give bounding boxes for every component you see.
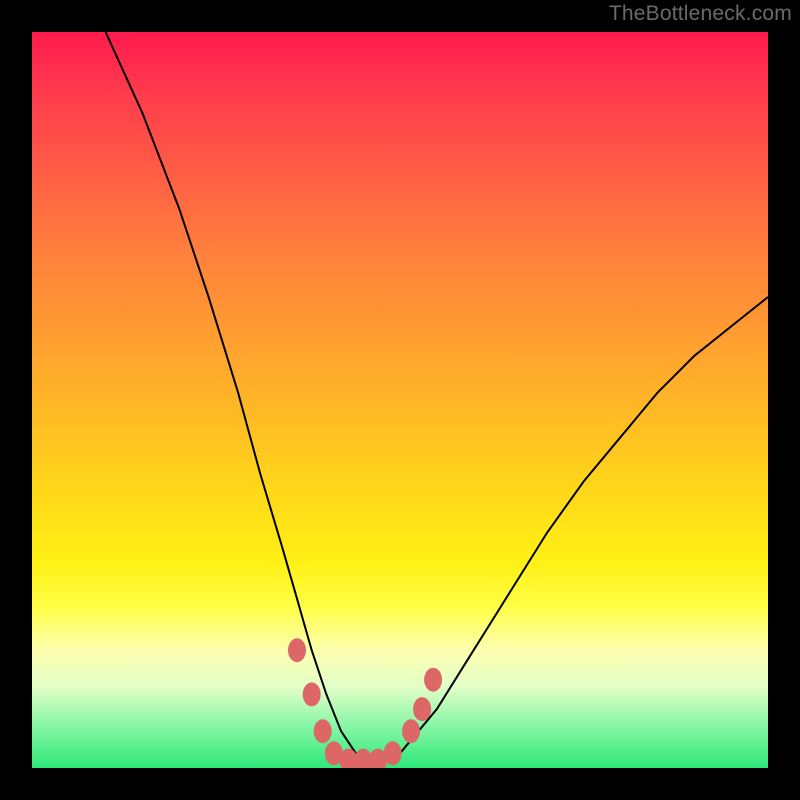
threshold-dot	[384, 741, 402, 765]
threshold-dot	[314, 719, 332, 743]
chart-svg	[32, 32, 768, 768]
threshold-dots	[288, 638, 442, 768]
bottleneck-curve-line	[106, 32, 768, 761]
watermark-text: TheBottleneck.com	[609, 2, 792, 26]
threshold-dot	[303, 682, 321, 706]
threshold-dot	[402, 719, 420, 743]
plot-area	[32, 32, 768, 768]
chart-frame: TheBottleneck.com	[0, 0, 800, 800]
threshold-dot	[413, 697, 431, 721]
threshold-dot	[424, 668, 442, 692]
threshold-dot	[288, 638, 306, 662]
